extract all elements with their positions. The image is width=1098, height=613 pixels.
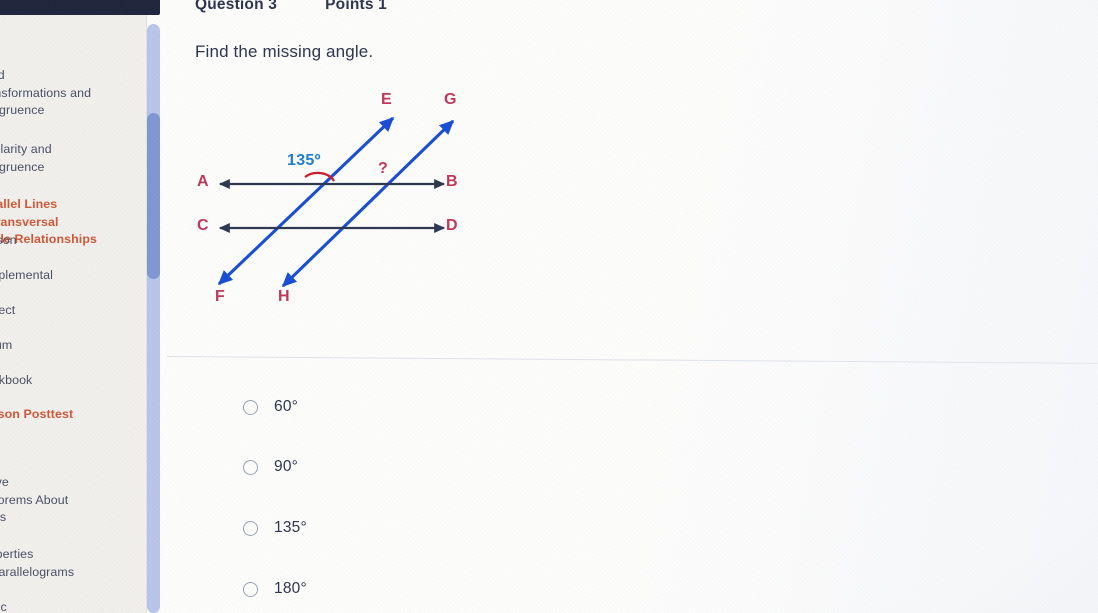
sidebar-item-lesson[interactable]: Lesson	[0, 232, 17, 250]
sidebar-item-unit-8[interactable]: 8 Parallel Lines & Transversal Angle Rel…	[0, 161, 126, 249]
transversal-ef	[217, 116, 395, 286]
answer-option-label: 180°	[274, 580, 307, 597]
angle-value-unknown: ?	[378, 160, 388, 177]
sidebar-item-lesson-posttest[interactable]: Lesson Posttest	[0, 406, 73, 424]
sidebar-item-unit-11[interactable]: 11 Basic Constructions	[0, 564, 126, 613]
point-label-c: C	[197, 217, 209, 234]
question-prompt: Find the missing angle.	[195, 42, 374, 61]
screen-surface: 6 Rigid Transformations and Congruence 7…	[0, 0, 1098, 613]
section-divider	[166, 356, 1098, 364]
radio-button-icon[interactable]	[243, 399, 258, 415]
radio-button-icon[interactable]	[243, 520, 258, 536]
answer-option-label: 60°	[274, 398, 299, 415]
answer-option-90[interactable]: 90°	[243, 454, 298, 480]
point-label-g: G	[444, 91, 457, 108]
app-topbar	[0, 0, 160, 15]
point-label-a: A	[197, 173, 209, 190]
answer-option-135[interactable]: 135°	[243, 515, 307, 541]
point-label-e: E	[381, 91, 392, 108]
sidebar-item-unit-11-label: Basic Constructions	[0, 600, 7, 613]
question-number: Question 3	[195, 0, 278, 13]
answer-option-60[interactable]: 60°	[243, 394, 298, 420]
sidebar-item-supplemental[interactable]: Supplemental	[0, 267, 53, 285]
sidebar-item-workbook[interactable]: Workbook	[0, 372, 32, 390]
question-points: Points 1	[325, 0, 387, 13]
question-header: Question 3 Points 1	[195, 0, 387, 14]
question-content-pane: Question 3 Points 1 Find the missing ang…	[161, 0, 1098, 613]
answer-option-label: 90°	[274, 458, 299, 475]
angle-value-135: 135º	[287, 152, 321, 169]
course-sidebar[interactable]: 6 Rigid Transformations and Congruence 7…	[0, 14, 147, 613]
point-label-d: D	[446, 217, 458, 234]
radio-button-icon[interactable]	[243, 581, 258, 597]
transversal-gh	[281, 119, 455, 288]
geometry-diagram: A B C D E G F H 135º ?	[197, 88, 541, 318]
point-label-f: F	[215, 288, 225, 305]
answer-option-180[interactable]: 180°	[243, 576, 307, 602]
sidebar-item-project[interactable]: Project	[0, 302, 15, 320]
radio-button-icon[interactable]	[243, 459, 258, 475]
point-label-h: H	[278, 288, 290, 305]
sidebar-item-forum[interactable]: Forum	[0, 337, 12, 355]
answer-option-label: 135°	[274, 519, 307, 536]
point-label-b: B	[446, 173, 458, 190]
sidebar-scrollbar-thumb[interactable]	[147, 113, 160, 279]
